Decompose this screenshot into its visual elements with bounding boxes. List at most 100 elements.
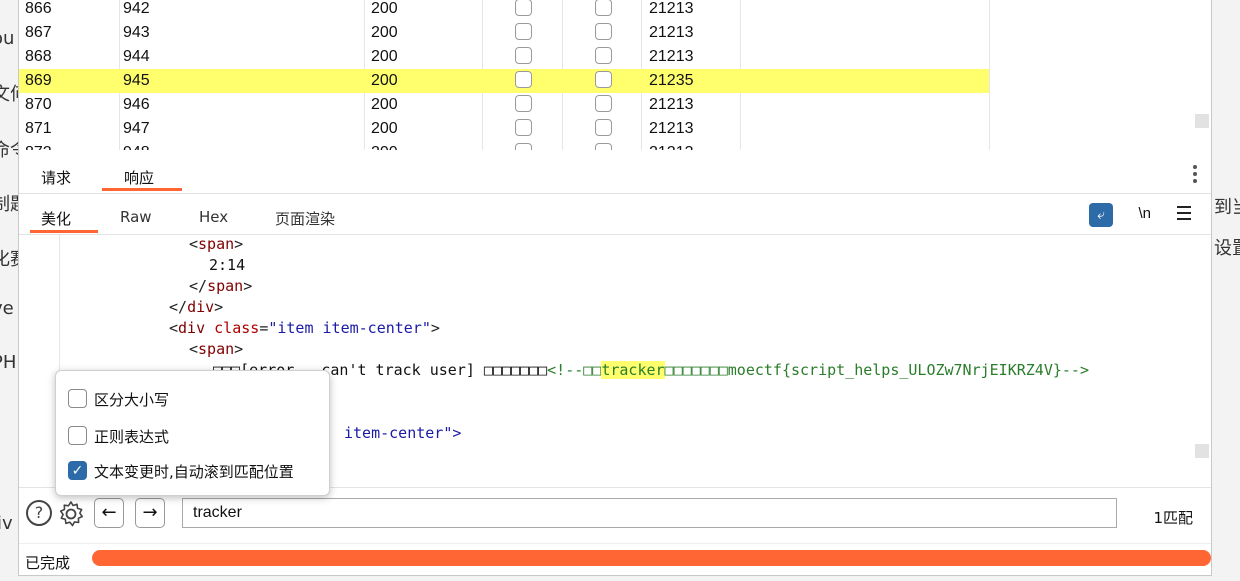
previous-match-button[interactable]: ← <box>94 498 124 528</box>
gear-icon[interactable] <box>56 499 86 529</box>
row-checkbox[interactable] <box>515 71 532 88</box>
bg-text: PH <box>0 352 17 373</box>
table-row[interactable]: 866 942 200 21213 <box>19 0 989 21</box>
table-cell: 866 <box>25 0 52 17</box>
results-table: 866 942 200 21213 867 943 200 21213 868 944 200 212… <box>19 0 1211 150</box>
table-cell: 943 <box>123 24 150 41</box>
table-cell: 200 <box>371 0 398 17</box>
table-cell: 868 <box>25 48 52 65</box>
row-checkbox[interactable] <box>515 47 532 64</box>
more-options-icon[interactable] <box>1193 165 1197 186</box>
search-match-highlight: tracker <box>601 361 665 379</box>
table-row[interactable]: 869 945 200 21235 <box>19 69 989 93</box>
table-cell: 870 <box>25 96 52 113</box>
table-cell: 21213 <box>649 96 694 113</box>
table-cell: 21235 <box>649 72 694 89</box>
active-tab-indicator <box>102 188 182 191</box>
table-cell: 948 <box>123 144 150 150</box>
code-line: </div> <box>169 298 224 316</box>
tab-hex[interactable]: Hex <box>199 208 228 226</box>
code-line: <span> <box>189 340 244 358</box>
table-cell: 200 <box>371 72 398 89</box>
table-cell: 200 <box>371 24 398 41</box>
row-checkbox[interactable] <box>515 23 532 40</box>
row-checkbox[interactable] <box>515 143 532 150</box>
table-cell: 869 <box>25 72 52 89</box>
code-line: <span> <box>189 235 244 253</box>
row-checkbox[interactable] <box>595 47 612 64</box>
table-row[interactable]: 867 943 200 21213 <box>19 21 989 45</box>
hamburger-menu-icon[interactable] <box>1177 206 1191 224</box>
tab-render[interactable]: 页面渲染 <box>275 208 335 229</box>
table-cell: 946 <box>123 96 150 113</box>
row-checkbox[interactable] <box>515 119 532 136</box>
table-cell: 21213 <box>649 48 694 65</box>
active-view-indicator <box>30 230 98 233</box>
bg-text: ve <box>0 298 14 319</box>
case-sensitive-checkbox[interactable] <box>68 389 87 408</box>
table-row[interactable]: 870 946 200 21213 <box>19 93 989 117</box>
option-label: 区分大小写 <box>94 391 170 409</box>
message-tab-bar: 请求 响应 <box>19 153 1211 194</box>
table-scrollbar[interactable] <box>1195 114 1209 128</box>
table-cell: 200 <box>371 48 398 65</box>
table-cell: 21213 <box>649 0 694 17</box>
status-text: 已完成 <box>25 554 71 572</box>
row-checkbox[interactable] <box>595 143 612 150</box>
bg-text: liv <box>0 513 13 534</box>
tab-response[interactable]: 响应 <box>124 167 154 188</box>
code-line: </span> <box>189 277 253 295</box>
bg-text: 命令 <box>0 140 20 161</box>
table-cell: 942 <box>123 0 150 17</box>
table-cell: 21213 <box>649 120 694 137</box>
table-cell: 947 <box>123 120 150 137</box>
table-cell: 21213 <box>649 24 694 41</box>
table-row[interactable]: 868 944 200 21213 <box>19 45 989 69</box>
line-gutter <box>19 235 60 487</box>
row-checkbox[interactable] <box>595 95 612 112</box>
row-checkbox[interactable] <box>595 23 612 40</box>
regex-checkbox[interactable] <box>68 426 87 445</box>
code-line: □□□[error - can't track user] □□□□□□□<!-… <box>213 361 1089 379</box>
column-divider <box>989 0 990 150</box>
progress-bar <box>92 550 1211 566</box>
row-checkbox[interactable] <box>595 119 612 136</box>
view-tab-bar: 美化 Raw Hex 页面渲染 ⤶ \n <box>19 194 1211 235</box>
row-checkbox[interactable] <box>595 71 612 88</box>
table-cell: 944 <box>123 48 150 65</box>
option-label: 正则表达式 <box>94 428 170 446</box>
code-line: item-center"> <box>344 424 462 442</box>
bg-text: 化赛 <box>0 249 20 270</box>
table-row[interactable]: 871 947 200 21213 <box>19 117 989 141</box>
code-scrollbar[interactable] <box>1195 444 1209 458</box>
bg-text: 设置 <box>1214 238 1240 259</box>
word-wrap-icon[interactable]: ⤶ <box>1089 203 1113 227</box>
tab-pretty[interactable]: 美化 <box>41 208 71 229</box>
row-checkbox[interactable] <box>595 0 612 16</box>
bg-text: 制题 <box>0 194 20 215</box>
tab-request[interactable]: 请求 <box>41 167 71 188</box>
table-cell: 867 <box>25 24 52 41</box>
match-count: 1匹配 <box>1153 509 1193 527</box>
table-row[interactable]: 872 948 200 21213 <box>19 141 989 150</box>
newline-toggle[interactable]: \n <box>1138 205 1151 222</box>
table-cell: 200 <box>371 120 398 137</box>
background-app-right: 到当 设置 <box>1210 0 1240 581</box>
search-input[interactable] <box>182 498 1117 528</box>
auto-scroll-checkbox[interactable]: ✓ <box>68 461 87 480</box>
code-line: <div class="item item-center"> <box>169 319 440 337</box>
table-cell: 945 <box>123 72 150 89</box>
tab-raw[interactable]: Raw <box>120 208 152 226</box>
row-checkbox[interactable] <box>515 0 532 16</box>
bg-text: 文何 <box>0 84 20 105</box>
bg-text: 到当 <box>1214 197 1240 218</box>
search-options-popup: 区分大小写 正则表达式 ✓ 文本变更时,自动滚到匹配位置 <box>55 370 330 496</box>
next-match-button[interactable]: → <box>135 498 165 528</box>
table-cell: 21213 <box>649 144 694 150</box>
option-label: 文本变更时,自动滚到匹配位置 <box>94 463 294 481</box>
table-cell: 200 <box>371 144 398 150</box>
row-checkbox[interactable] <box>515 95 532 112</box>
help-icon[interactable]: ? <box>26 500 52 526</box>
background-app-left: ou 文何 命令 制题 化赛 ve PH liv <box>0 0 20 581</box>
status-bar: 已完成 <box>19 543 1211 575</box>
